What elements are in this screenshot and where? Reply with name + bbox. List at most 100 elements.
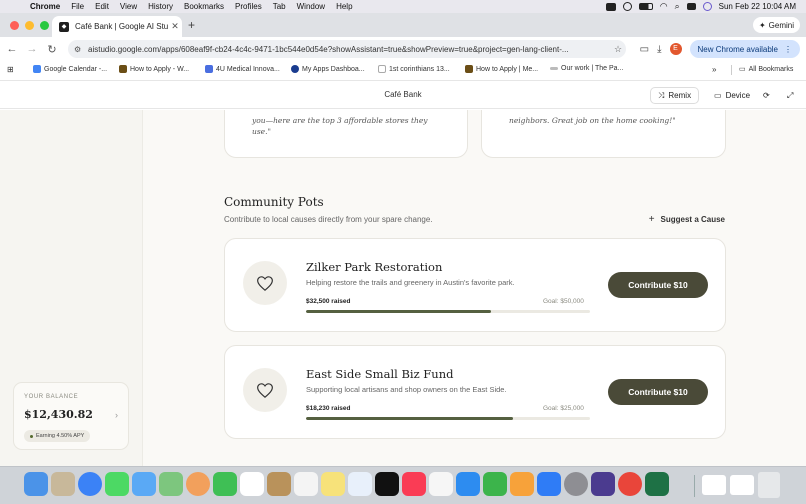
wifi-icon[interactable]: ◠ [660,1,668,12]
fullscreen-button[interactable]: ⤢ [782,87,799,104]
update-chrome-button[interactable]: New Chrome available ⋮ [689,40,800,58]
calendar-favicon-icon [33,65,41,73]
launchpad-icon[interactable] [51,472,75,496]
apps-grid-icon[interactable]: ⊞ [7,65,14,74]
contribute-button[interactable]: Contribute $10 [608,272,708,298]
clock[interactable]: Sun Feb 22 10:04 AM [719,2,796,11]
menu-profiles[interactable]: Profiles [235,2,262,11]
contacts-icon[interactable] [267,472,291,496]
photos-icon[interactable] [186,472,210,496]
apy-badge: Earning 4.50% APY [24,430,91,442]
contribute-button[interactable]: Contribute $10 [608,379,708,405]
more-menu-icon[interactable]: ⋮ [784,45,792,54]
chevron-right-icon[interactable]: › [115,410,118,420]
keynote-icon[interactable] [456,472,480,496]
tab-cafe-bank[interactable]: ◆ Café Bank | Google AI Studio ✕ [52,16,182,37]
chrome-icon[interactable] [618,472,642,496]
obsidian-icon[interactable] [591,472,615,496]
freeform-icon[interactable] [348,472,372,496]
more-bookmarks-icon[interactable]: » [712,65,716,74]
safari-icon[interactable] [78,472,102,496]
bookmark-how-to-apply-w[interactable]: How to Apply - W... [119,65,189,73]
download-icon[interactable]: ⤓ [657,44,661,55]
menu-window[interactable]: Window [297,2,325,11]
numbers-icon[interactable] [483,472,507,496]
mail-icon[interactable] [132,472,156,496]
recent-window-icon[interactable] [702,475,726,495]
excel-icon[interactable] [645,472,669,496]
screen-record-icon[interactable] [605,2,616,11]
device-button[interactable]: ▭ Device [706,87,759,104]
apple-tv-icon[interactable] [375,472,399,496]
music-icon[interactable] [402,472,426,496]
menu-app-name[interactable]: Chrome [30,2,60,11]
gemini-button[interactable]: ✦ Gemini [752,17,800,33]
bookmark-label: How to Apply | Me... [476,65,539,73]
address-bar[interactable]: ⚙ aistudio.google.com/apps/608eaf9f-cb24… [68,40,626,58]
bookmark-our-work[interactable]: Our work | The Pa... [550,65,623,72]
folder-icon: ▭ [739,66,746,73]
menu-help[interactable]: Help [336,2,352,11]
remix-button[interactable]: ⤨ Remix [650,87,700,104]
section-subtitle: Contribute to local causes directly from… [224,215,433,224]
suggest-cause-button[interactable]: + Suggest a Cause [649,214,725,225]
window-controls [10,21,49,30]
menu-tab[interactable]: Tab [273,2,286,11]
bookmark-star-icon[interactable]: ☆ [610,44,626,55]
all-bookmarks-label: All Bookmarks [748,65,794,73]
google-favicon-icon [378,65,386,73]
calendar-icon[interactable] [240,472,264,496]
app-store-icon[interactable] [537,472,561,496]
trash-icon[interactable] [758,472,780,498]
reminders-icon[interactable] [294,472,318,496]
cast-icon[interactable]: ▭ [640,44,649,55]
media-play-icon[interactable] [622,2,632,11]
bookmark-google-calendar[interactable]: Google Calendar -... [33,65,107,73]
plus-icon: + [648,214,655,225]
spotlight-search-icon[interactable]: ⌕ [675,1,680,12]
url-text[interactable]: aistudio.google.com/apps/608eaf9f-cb24-4… [88,45,610,54]
new-tab-button[interactable]: + [188,18,195,32]
facetime-icon[interactable] [213,472,237,496]
menu-bookmarks[interactable]: Bookmarks [184,2,224,11]
bookmark-label: 4U Medical Innova... [216,65,280,73]
site-info-icon[interactable]: ⚙ [74,45,88,54]
bookmark-how-to-apply-me[interactable]: How to Apply | Me... [465,65,538,73]
system-settings-icon[interactable] [564,472,588,496]
messages-icon[interactable] [105,472,129,496]
all-bookmarks-button[interactable]: ▭ All Bookmarks [739,65,794,74]
battery-icon[interactable] [638,3,653,10]
control-center-icon[interactable] [686,3,696,10]
minimize-window-button[interactable] [25,21,34,30]
bookmark-my-apps[interactable]: My Apps Dashboa... [291,65,365,73]
profile-avatar[interactable]: E [669,43,682,55]
news-icon[interactable] [429,472,453,496]
app-preview-header: Café Bank ⤨ Remix ▭ Device ⟳ ⤢ [0,80,806,109]
menu-file[interactable]: File [71,2,84,11]
pages-icon[interactable] [510,472,534,496]
reload-button[interactable]: ↻ [42,43,62,56]
finder-icon[interactable] [24,472,48,496]
close-window-button[interactable] [10,21,19,30]
browser-toolbar: ← → ↻ ⚙ aistudio.google.com/apps/608eaf9… [0,37,806,61]
suggest-cause-label: Suggest a Cause [660,215,725,224]
community-pot-card: East Side Small Biz Fund Supporting loca… [224,345,726,439]
menu-view[interactable]: View [120,2,137,11]
forward-button[interactable]: → [22,43,42,55]
bookmark-corinthians[interactable]: 1st corinthians 13... [378,65,450,73]
menu-edit[interactable]: Edit [95,2,109,11]
bookmark-4u-medical[interactable]: 4U Medical Innova... [205,65,280,73]
ai-studio-favicon-icon: ◆ [59,21,69,32]
zoom-window-button[interactable] [40,21,49,30]
menu-history[interactable]: History [148,2,173,11]
community-pot-card: Zilker Park Restoration Helping restore … [224,238,726,332]
recent-window-icon[interactable] [730,475,754,495]
balance-card[interactable]: YOUR BALANCE $12,430.82 › Earning 4.50% … [13,382,129,450]
refresh-preview-button[interactable]: ⟳ [758,87,775,104]
refresh-icon: ⟳ [763,91,770,100]
siri-icon[interactable] [702,2,712,11]
close-tab-icon[interactable]: ✕ [168,21,182,32]
maps-icon[interactable] [159,472,183,496]
back-button[interactable]: ← [2,43,22,55]
notes-icon[interactable] [321,472,345,496]
